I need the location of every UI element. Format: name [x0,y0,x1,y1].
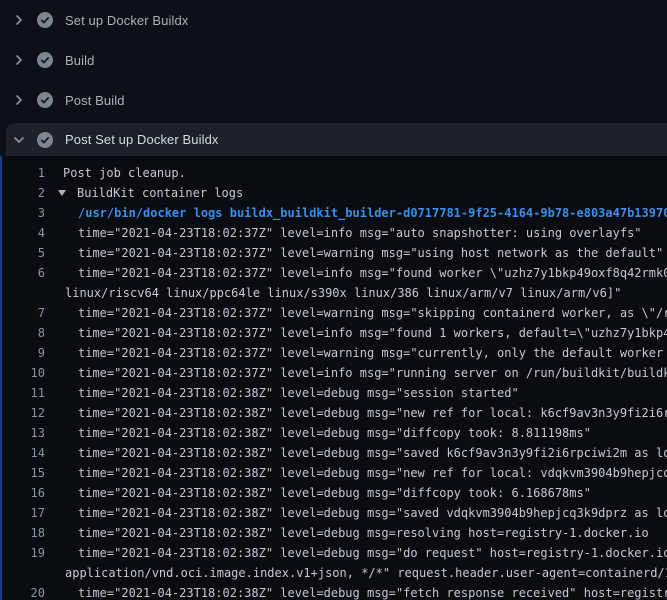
log-row: 20time="2021-04-23T18:02:38Z" level=debu… [2,583,667,600]
line-number[interactable]: 7 [2,303,45,323]
step-label: Set up Docker Buildx [65,13,188,28]
log-panel: 1Post job cleanup.2 BuildKit container lo… [0,156,667,600]
log-text: application/vnd.oci.image.index.v1+json,… [45,563,667,583]
log-row: 1Post job cleanup. [2,163,667,183]
log-command-text: /usr/bin/docker logs buildx_buildkit_bui… [45,203,667,223]
log-row: application/vnd.oci.image.index.v1+json,… [2,563,667,583]
line-number[interactable]: 16 [2,483,45,503]
log-text: time="2021-04-23T18:02:37Z" level=info m… [45,363,667,383]
log-text: time="2021-04-23T18:02:37Z" level=warnin… [45,243,667,263]
chevron-right-icon [11,52,27,68]
line-number[interactable]: 13 [2,423,45,443]
log-text: linux/riscv64 linux/ppc64le linux/s390x … [45,283,667,303]
log-row: 11time="2021-04-23T18:02:38Z" level=debu… [2,383,667,403]
log-text: time="2021-04-23T18:02:38Z" level=debug … [45,423,667,443]
line-number[interactable]: 20 [2,583,45,600]
chevron-right-icon [11,12,27,28]
line-number[interactable]: 4 [2,223,45,243]
check-circle-icon [37,92,53,108]
log-text: time="2021-04-23T18:02:38Z" level=debug … [45,523,667,543]
line-number[interactable]: 9 [2,343,45,363]
line-number[interactable]: 17 [2,503,45,523]
step-row-post-set-up-docker-buildx[interactable]: Post Set up Docker Buildx [6,123,667,156]
chevron-right-icon [11,92,27,108]
log-row: 4time="2021-04-23T18:02:37Z" level=info … [2,223,667,243]
check-circle-icon [37,132,53,148]
log-row: 15time="2021-04-23T18:02:38Z" level=debu… [2,463,667,483]
line-number[interactable]: 15 [2,463,45,483]
log-row: 3/usr/bin/docker logs buildx_buildkit_bu… [2,203,667,223]
line-number[interactable]: 5 [2,243,45,263]
group-caret-icon [58,190,66,196]
log-text: time="2021-04-23T18:02:38Z" level=debug … [45,583,667,600]
log-row: 5time="2021-04-23T18:02:37Z" level=warni… [2,243,667,263]
step-list: Set up Docker Buildx Build Post Build Post … [0,0,667,156]
log-text: BuildKit container logs [77,186,243,200]
line-number[interactable]: 19 [2,543,45,563]
log-text: time="2021-04-23T18:02:37Z" level=info m… [45,263,667,283]
line-number[interactable]: 6 [2,263,45,283]
log-text: time="2021-04-23T18:02:38Z" level=debug … [45,383,667,403]
log-row: 6time="2021-04-23T18:02:37Z" level=info … [2,263,667,283]
log-text: time="2021-04-23T18:02:37Z" level=info m… [45,223,667,243]
line-number[interactable]: 14 [2,443,45,463]
log-row: 17time="2021-04-23T18:02:38Z" level=debu… [2,503,667,523]
check-circle-icon [37,52,53,68]
log-row: 7time="2021-04-23T18:02:37Z" level=warni… [2,303,667,323]
log-row: 18time="2021-04-23T18:02:38Z" level=debu… [2,523,667,543]
log-row: 19time="2021-04-23T18:02:38Z" level=debu… [2,543,667,563]
log-row: 8time="2021-04-23T18:02:37Z" level=info … [2,323,667,343]
log-group-toggle[interactable]: BuildKit container logs [45,183,667,203]
log-text: time="2021-04-23T18:02:38Z" level=debug … [45,503,667,523]
line-number [2,283,45,303]
log-text: time="2021-04-23T18:02:38Z" level=debug … [45,543,667,563]
line-number[interactable]: 11 [2,383,45,403]
chevron-down-icon [11,132,27,148]
line-number[interactable]: 8 [2,323,45,343]
log-text: Post job cleanup. [45,163,667,183]
line-number[interactable]: 3 [2,203,45,223]
log-row: 9time="2021-04-23T18:02:37Z" level=warni… [2,343,667,363]
log-row: 10time="2021-04-23T18:02:37Z" level=info… [2,363,667,383]
log-text: time="2021-04-23T18:02:38Z" level=debug … [45,463,667,483]
line-number[interactable]: 10 [2,363,45,383]
line-number[interactable]: 2 [2,183,45,203]
log-row: 13time="2021-04-23T18:02:38Z" level=debu… [2,423,667,443]
log-text: time="2021-04-23T18:02:38Z" level=debug … [45,403,667,423]
log-text: time="2021-04-23T18:02:37Z" level=warnin… [45,303,667,323]
check-circle-icon [37,12,53,28]
log-row: linux/riscv64 linux/ppc64le linux/s390x … [2,283,667,303]
log-text: time="2021-04-23T18:02:38Z" level=debug … [45,483,667,503]
line-number[interactable]: 1 [2,163,45,183]
log-row: 12time="2021-04-23T18:02:38Z" level=debu… [2,403,667,423]
log-text: time="2021-04-23T18:02:37Z" level=warnin… [45,343,667,363]
log-row: 2 BuildKit container logs [2,183,667,203]
step-label: Build [65,53,94,68]
step-label: Post Build [65,93,125,108]
line-number[interactable]: 18 [2,523,45,543]
step-row-post-build[interactable]: Post Build [0,80,667,120]
log-row: 16time="2021-04-23T18:02:38Z" level=debu… [2,483,667,503]
line-number[interactable]: 12 [2,403,45,423]
actions-log-viewer: Set up Docker Buildx Build Post Build Post … [0,0,667,600]
log-text: time="2021-04-23T18:02:37Z" level=info m… [45,323,667,343]
log-text: time="2021-04-23T18:02:38Z" level=debug … [45,443,667,463]
step-row-build[interactable]: Build [0,40,667,80]
step-row-set-up-docker-buildx[interactable]: Set up Docker Buildx [0,0,667,40]
step-label: Post Set up Docker Buildx [65,132,219,147]
log-row: 14time="2021-04-23T18:02:38Z" level=debu… [2,443,667,463]
line-number [2,563,45,583]
